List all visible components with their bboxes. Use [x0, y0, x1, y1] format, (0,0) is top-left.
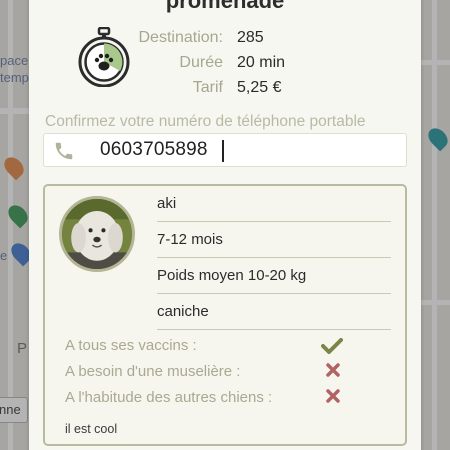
muzzle-label: A besoin d'une muselière :	[65, 363, 241, 380]
duration-value: 20 min	[237, 54, 286, 71]
walk-confirmation-modal: promenade Destination: 285 Durée 20 min …	[29, 0, 421, 450]
other-dogs-label: A l'habitude des autres chiens :	[65, 389, 273, 406]
dog-breed: caniche	[157, 294, 391, 330]
phone-prompt: Confirmez votre numéro de téléphone port…	[45, 113, 366, 130]
phone-icon	[55, 142, 73, 160]
phone-input[interactable]: 0603705898	[43, 133, 407, 167]
modal-title: promenade	[165, 0, 285, 13]
text-cursor	[222, 140, 224, 162]
phone-value: 0603705898	[100, 139, 208, 160]
cross-icon	[326, 363, 340, 377]
check-icon	[321, 338, 343, 354]
price-value: 5,25 €	[237, 79, 282, 96]
dog-name: aki	[157, 186, 391, 222]
cross-icon	[326, 389, 340, 403]
dog-avatar[interactable]	[59, 196, 135, 272]
price-label: Tarif	[192, 79, 223, 96]
vaccines-label: A tous ses vaccins :	[65, 337, 197, 354]
dog-age: 7-12 mois	[157, 222, 391, 258]
destination-label: Destination:	[138, 29, 224, 46]
dog-weight: Poids moyen 10-20 kg	[157, 258, 391, 294]
dog-photo	[62, 199, 132, 269]
dog-comment: il est cool	[65, 422, 118, 436]
dog-profile-card: aki 7-12 mois Poids moyen 10-20 kg canic…	[43, 184, 407, 446]
destination-value: 285	[237, 29, 264, 46]
duration-label: Durée	[179, 54, 223, 71]
